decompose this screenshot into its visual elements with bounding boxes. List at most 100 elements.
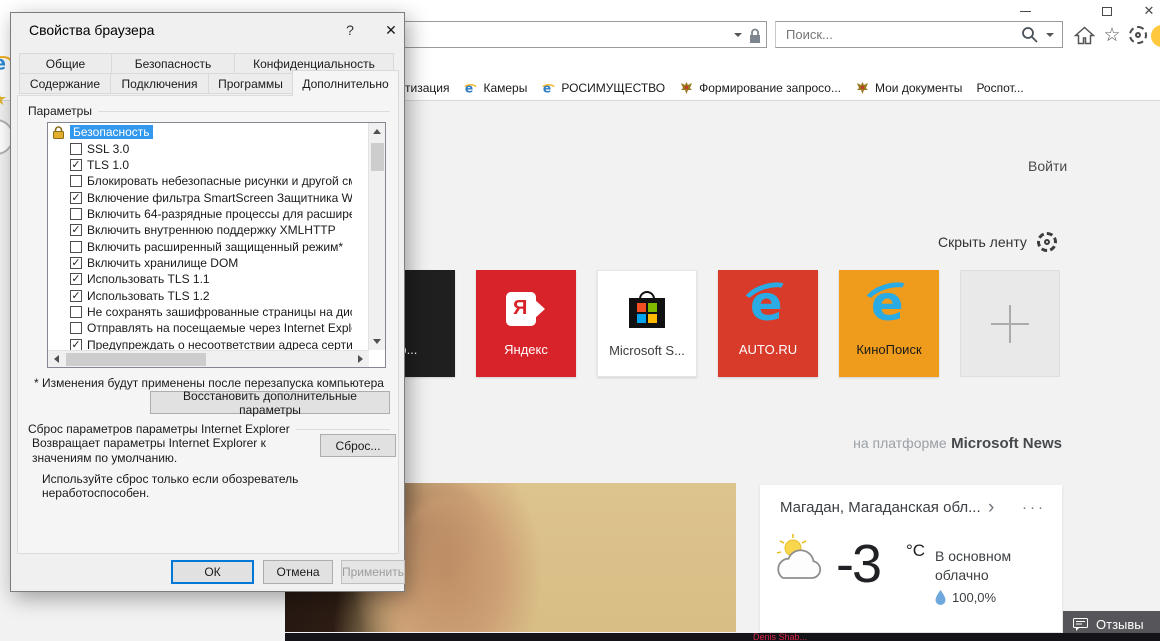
window-close-button[interactable]: ✕ — [1134, 0, 1160, 22]
vertical-scrollbar[interactable] — [368, 123, 385, 350]
favorites-bar-item[interactable]: Роспот... — [976, 81, 1023, 95]
horizontal-scroll-thumb[interactable] — [66, 353, 206, 366]
feed-gear-icon[interactable] — [1037, 232, 1057, 252]
scroll-right-icon[interactable] — [358, 355, 363, 363]
tile--[interactable] — [960, 270, 1060, 377]
reset-description: Возвращает параметры Internet Explorer к… — [32, 436, 314, 466]
tab-label: Подключения — [122, 77, 198, 91]
ie-favicon: e — [541, 81, 556, 96]
option-row[interactable]: ✓Использовать TLS 1.1 — [49, 271, 352, 287]
group-divider — [296, 429, 390, 430]
option-checkbox[interactable] — [70, 208, 82, 220]
option-row[interactable]: Отправлять на посещаемые через Internet … — [49, 320, 352, 336]
tab-общие[interactable]: Общие — [19, 53, 112, 74]
group-divider — [98, 111, 390, 112]
option-label: Блокировать небезопасные рисунки и друго… — [87, 174, 352, 188]
option-row[interactable]: SSL 3.0 — [49, 140, 352, 156]
option-checkbox[interactable]: ✓ — [70, 290, 82, 302]
settings-button[interactable] — [1126, 24, 1150, 46]
window-minimize-button[interactable] — [1010, 0, 1040, 22]
dialog-help-button[interactable]: ? — [337, 18, 363, 42]
hide-feed-control[interactable]: Скрыть ленту — [938, 232, 1057, 252]
option-checkbox[interactable]: ✓ — [70, 192, 82, 204]
chevron-right-icon[interactable]: › — [988, 498, 994, 517]
option-row[interactable]: ✓Предупреждать о несоответствии адреса с… — [49, 336, 352, 351]
option-checkbox[interactable] — [70, 322, 82, 334]
tab-программы[interactable]: Программы — [208, 73, 293, 94]
option-row[interactable]: Включить расширенный защищенный режим* — [49, 238, 352, 254]
sign-in-link[interactable]: Войти — [1028, 158, 1067, 174]
option-checkbox[interactable]: ✓ — [70, 224, 82, 236]
search-icon[interactable] — [1021, 26, 1038, 43]
tile-яндекс[interactable]: ЯЯндекс — [476, 270, 576, 377]
option-row[interactable]: ✓Использовать TLS 1.2 — [49, 287, 352, 303]
powered-by-brand: Microsoft News — [951, 435, 1062, 452]
option-row[interactable]: ✓Включить внутреннюю поддержку XMLHTTP — [49, 222, 352, 238]
horizontal-scrollbar[interactable] — [48, 350, 369, 367]
weather-unit: °C — [906, 541, 925, 561]
favorites-bar-item[interactable]: eКамеры — [463, 81, 527, 96]
option-checkbox[interactable] — [70, 143, 82, 155]
option-label: Включение фильтра SmartScreen Защитника … — [87, 191, 352, 205]
tile-label: КиноПоиск — [843, 342, 935, 357]
option-group-label: Безопасность — [70, 125, 153, 139]
option-row[interactable]: ✓ Включение фильтра SmartScreen Защитника… — [49, 189, 352, 205]
favorite-label: тизация — [405, 81, 449, 95]
home-button[interactable] — [1072, 24, 1096, 46]
tab-дополнительно[interactable]: Дополнительно — [292, 70, 399, 96]
option-group-row[interactable]: Безопасность — [49, 124, 352, 140]
tab-row-2: Содержание Подключения Программы Дополнител… — [20, 73, 399, 96]
search-dropdown-icon[interactable] — [1046, 33, 1054, 37]
tile-auto-ru[interactable]: eAUTO.RU — [718, 270, 818, 377]
scroll-left-icon[interactable] — [54, 355, 59, 363]
dialog-close-button[interactable]: ✕ — [377, 18, 405, 42]
option-row[interactable]: ✓Включить хранилище DOM — [49, 255, 352, 271]
search-input[interactable]: Поиск... — [775, 21, 1063, 48]
favorites-bar-item[interactable]: Мои документы — [855, 81, 962, 95]
favorites-bar-item[interactable]: Формирование запросо... — [679, 81, 841, 95]
window-maximize-button[interactable] — [1092, 0, 1122, 22]
ok-button[interactable]: ОК — [171, 560, 254, 584]
favorites-star-peek: ★ — [0, 89, 7, 110]
tab-подключения[interactable]: Подключения — [110, 73, 209, 94]
weather-card[interactable]: Магадан, Магаданская обл... › ··· -3 °C … — [760, 485, 1062, 632]
more-options-icon[interactable]: ··· — [1022, 499, 1046, 516]
option-checkbox[interactable]: ✓ — [70, 257, 82, 269]
option-row[interactable]: Включить 64-разрядные процессы для расши… — [49, 206, 352, 222]
cancel-button[interactable]: Отмена — [263, 560, 333, 584]
option-checkbox[interactable]: ✓ — [70, 273, 82, 285]
favorites-button[interactable]: ☆ — [1100, 24, 1124, 46]
speed-dial-tiles: во...ЯЯндексMicrosoft S...eAUTO.RUeКиноП… — [355, 270, 1060, 377]
favorite-label: Камеры — [483, 81, 527, 95]
option-checkbox[interactable]: ✓ — [70, 339, 82, 351]
favorites-bar-item[interactable]: тизация — [405, 81, 449, 95]
scroll-up-icon[interactable] — [373, 129, 381, 134]
vertical-scroll-thumb[interactable] — [371, 143, 384, 171]
tab-label: Дополнительно — [302, 77, 388, 91]
feedback-label: Отзывы — [1096, 617, 1144, 632]
weather-precipitation: 100,0% — [935, 590, 996, 605]
scroll-down-icon[interactable] — [373, 339, 381, 344]
option-checkbox[interactable]: ✓ — [70, 159, 82, 171]
option-checkbox[interactable] — [70, 306, 82, 318]
option-row[interactable]: Блокировать небезопасные рисунки и друго… — [49, 173, 352, 189]
tab-безопасность[interactable]: Безопасность — [111, 53, 235, 74]
settings-listbox[interactable]: БезопасностьSSL 3.0✓TLS 1.0Блокировать н… — [47, 122, 386, 368]
tab-содержание[interactable]: Содержание — [19, 73, 111, 94]
precip-value: 100,0% — [952, 590, 996, 605]
restore-advanced-button[interactable]: Восстановить дополнительные параметры — [150, 391, 390, 414]
apply-button[interactable]: Применить — [341, 560, 405, 584]
option-checkbox[interactable] — [70, 241, 82, 253]
option-checkbox[interactable] — [70, 175, 82, 187]
option-row[interactable]: Не сохранять зашифрованные страницы на д… — [49, 304, 352, 320]
tile-microsoft-s-[interactable]: Microsoft S... — [597, 270, 697, 377]
favorites-bar-item[interactable]: eРОСИМУЩЕСТВО — [541, 81, 665, 96]
option-row[interactable]: ✓TLS 1.0 — [49, 157, 352, 173]
weather-location[interactable]: Магадан, Магаданская обл... — [780, 499, 980, 516]
address-dropdown-icon[interactable] — [734, 33, 742, 37]
reset-button[interactable]: Сброс... — [320, 434, 396, 457]
tab-label: Программы — [218, 77, 283, 91]
tile-кинопоиск[interactable]: eКиноПоиск — [839, 270, 939, 377]
feedback-smiley-icon[interactable] — [1151, 25, 1160, 47]
ie-logo-icon: e — [740, 282, 796, 336]
